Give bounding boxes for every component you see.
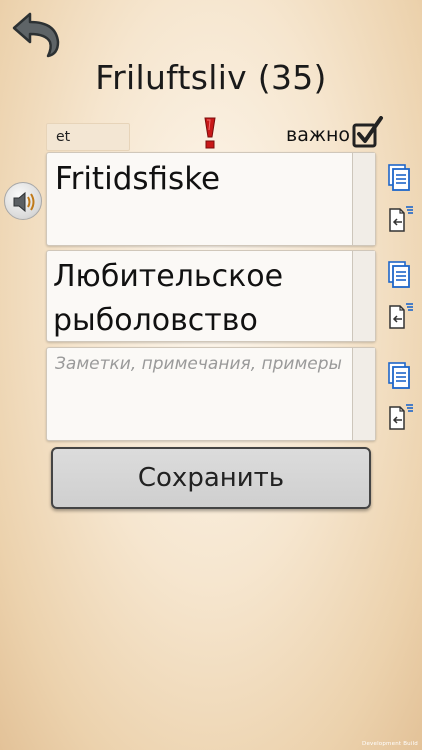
copy-document-icon [388,362,410,389]
development-build-label: Development Build [362,741,418,747]
word-field[interactable]: Fritidsfiske [46,152,376,246]
translation-field[interactable]: Любительское рыболовство [46,250,376,342]
paste-notes-button[interactable] [386,401,414,431]
important-label: важно [286,124,351,146]
paste-document-icon [389,303,413,329]
paste-word-button[interactable] [386,203,414,233]
language-tag[interactable]: et [46,123,130,151]
speaker-button[interactable] [4,182,42,220]
word-scrollbar[interactable] [352,153,375,245]
paste-document-icon [389,404,413,430]
exclamation-icon[interactable] [200,116,220,150]
copy-notes-button[interactable] [386,361,414,391]
notes-placeholder: Заметки, примечания, примеры [55,354,342,374]
copy-word-button[interactable] [386,163,414,193]
notes-field[interactable]: Заметки, примечания, примеры [46,347,376,441]
page-title: Friluftsliv (35) [95,58,327,97]
translation-value: Любительское рыболовство [53,259,284,338]
copy-document-icon [388,261,410,288]
back-button[interactable] [8,8,64,58]
checkbox-checked-icon [352,116,383,148]
paste-translation-button[interactable] [386,300,414,330]
word-value: Fritidsfiske [55,161,221,197]
translation-scrollbar[interactable] [352,251,375,341]
notes-scrollbar[interactable] [352,348,375,440]
save-button[interactable]: Сохранить [51,447,371,509]
speaker-icon [13,191,35,213]
copy-translation-button[interactable] [386,260,414,290]
paste-document-icon [389,206,413,232]
back-arrow-icon [12,12,60,58]
important-checkbox[interactable] [352,116,384,150]
copy-document-icon [388,164,410,191]
